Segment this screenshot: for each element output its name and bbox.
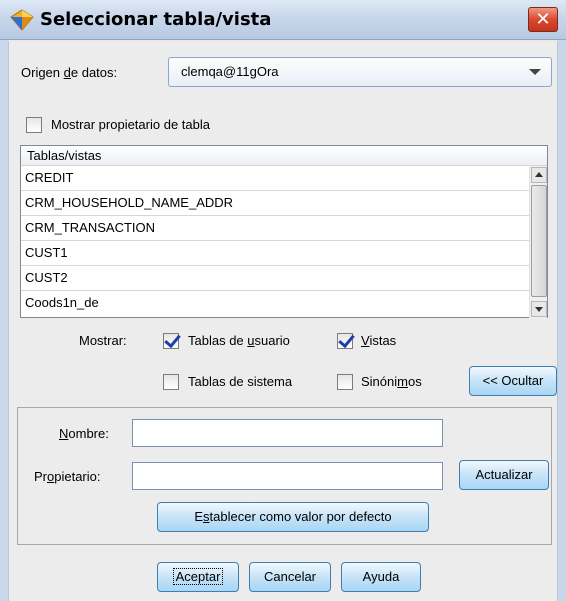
tables-list-header: Tablas/vistas <box>21 146 547 166</box>
refresh-button-label: Actualizar <box>475 467 533 482</box>
list-item[interactable]: CREDIT <box>21 166 529 191</box>
system-tables-checkbox[interactable] <box>163 374 179 390</box>
system-tables-label: Tablas de sistema <box>188 374 293 389</box>
scroll-down-icon[interactable] <box>531 301 547 317</box>
views-label: Vistas <box>361 333 397 348</box>
help-button[interactable]: Ayuda <box>341 562 421 592</box>
hide-button[interactable]: << Ocultar <box>469 366 557 396</box>
close-button[interactable]: ✕ <box>528 7 558 32</box>
dialog-window: Seleccionar tabla/vista ✕ Origen de dato… <box>0 0 566 601</box>
user-tables-checkbox[interactable] <box>163 333 179 349</box>
list-item[interactable]: CRM_HOUSEHOLD_NAME_ADDR <box>21 191 529 216</box>
scroll-thumb[interactable] <box>531 185 547 297</box>
datasource-value: clemqa@11gOra <box>181 64 279 79</box>
ok-button[interactable]: Aceptar <box>157 562 239 592</box>
help-button-label: Ayuda <box>362 569 400 584</box>
chevron-down-icon <box>529 69 541 75</box>
datasource-label: Origen de datos: <box>21 65 118 80</box>
list-item[interactable]: CUST1 <box>21 241 529 266</box>
tables-list[interactable]: Tablas/vistas CREDIT CRM_HOUSEHOLD_NAME_… <box>20 145 548 318</box>
show-label: Mostrar: <box>79 333 127 348</box>
hide-button-label: << Ocultar <box>482 373 544 388</box>
list-item[interactable]: CUST2 <box>21 266 529 291</box>
diamond-app-icon <box>10 9 34 31</box>
list-item[interactable]: CRM_TRANSACTION <box>21 216 529 241</box>
set-default-button[interactable]: Establecer como valor por defecto <box>157 502 429 532</box>
dialog-body: Origen de datos: clemqa@11gOra Mostrar p… <box>8 41 558 601</box>
list-scrollbar[interactable] <box>529 166 547 318</box>
show-owner-checkbox[interactable] <box>26 117 42 133</box>
name-input[interactable] <box>132 419 443 447</box>
user-tables-label: Tablas de usuario <box>188 333 290 348</box>
owner-input[interactable] <box>132 462 443 490</box>
close-icon: ✕ <box>535 9 551 29</box>
window-title: Seleccionar tabla/vista <box>40 9 272 30</box>
name-label: Nombre: <box>59 426 109 441</box>
show-owner-label: Mostrar propietario de tabla <box>51 117 210 132</box>
synonyms-label: Sinónimos <box>361 374 422 389</box>
filter-group: Nombre: Propietario: Actualizar Establec… <box>17 407 552 545</box>
cancel-button[interactable]: Cancelar <box>249 562 331 592</box>
synonyms-checkbox[interactable] <box>337 374 353 390</box>
owner-label: Propietario: <box>34 469 101 484</box>
datasource-select[interactable]: clemqa@11gOra <box>168 57 552 87</box>
views-checkbox[interactable] <box>337 333 353 349</box>
refresh-button[interactable]: Actualizar <box>459 460 549 490</box>
list-item[interactable]: Coods1n_de <box>21 291 529 316</box>
set-default-button-label: Establecer como valor por defecto <box>194 509 392 524</box>
window-frame-left <box>0 40 8 601</box>
ok-button-label: Aceptar <box>172 568 224 585</box>
cancel-button-label: Cancelar <box>263 569 317 584</box>
title-bar[interactable]: Seleccionar tabla/vista ✕ <box>0 0 566 40</box>
window-frame-right <box>558 40 566 601</box>
scroll-up-icon[interactable] <box>531 167 547 183</box>
